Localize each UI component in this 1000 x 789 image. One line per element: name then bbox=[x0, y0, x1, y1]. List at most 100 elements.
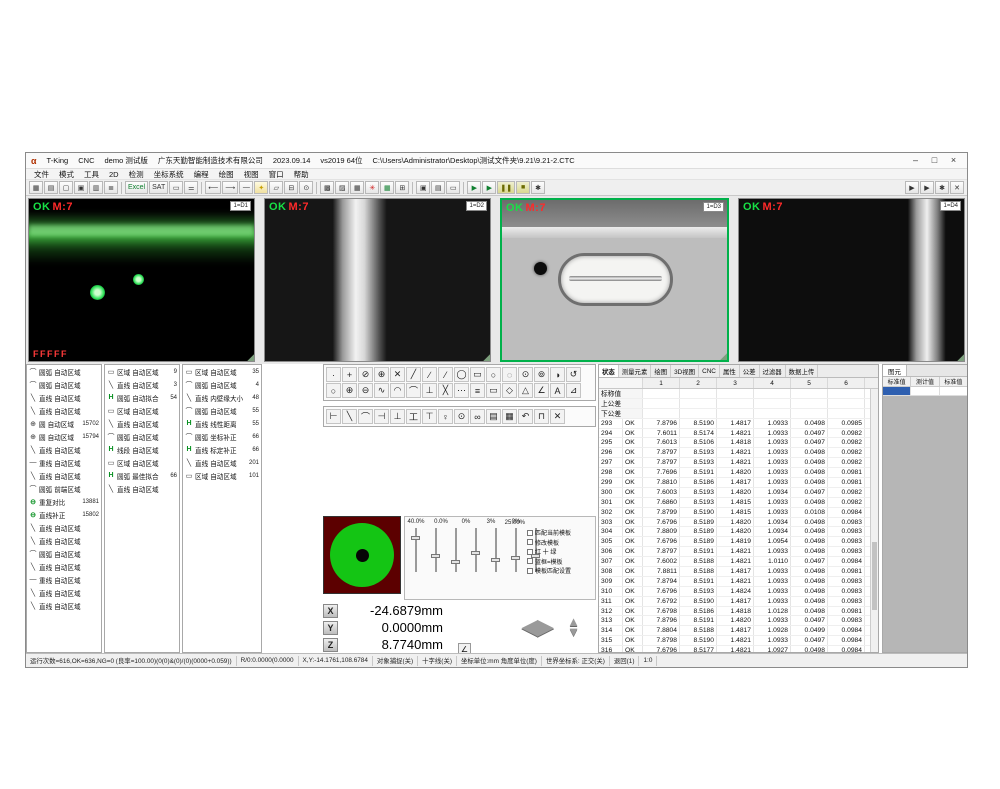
menu-item-7[interactable]: 绘图 bbox=[214, 169, 239, 180]
jog-up-down-icon[interactable]: ▲▼ bbox=[567, 617, 580, 637]
menu-item-8[interactable]: 视图 bbox=[239, 169, 264, 180]
geometry-tool-0-27[interactable]: ◇ bbox=[502, 383, 517, 398]
geometry-tool-0-18[interactable]: ⊖ bbox=[358, 383, 373, 398]
result-row-315[interactable]: 315OK7.87988.51901.48211.09330.04970.098… bbox=[599, 636, 870, 646]
result-row-310[interactable]: 310OK7.67968.51931.48241.09330.04980.098… bbox=[599, 587, 870, 597]
feature-row-0[interactable]: ⌒圆弧自动区域 bbox=[27, 365, 101, 378]
feature-row-6[interactable]: ╲直线自动区域 bbox=[27, 443, 101, 456]
feature-row-3[interactable]: ⌒圆弧自动区域55 bbox=[183, 404, 261, 417]
resize-grip-icon[interactable]: ◢ bbox=[247, 353, 254, 362]
geometry-tool-1-10[interactable]: ▤ bbox=[486, 409, 501, 424]
feature-row-3[interactable]: ▭区域自动区域 bbox=[105, 404, 179, 417]
checkbox-icon[interactable] bbox=[527, 558, 533, 564]
camera-view-3[interactable]: OKM:7 1=D3 ◢ bbox=[500, 198, 729, 362]
result-row-299[interactable]: 299OK7.88108.51861.48171.09330.04980.098… bbox=[599, 478, 870, 488]
feature-row-0[interactable]: ▭区域自动区域9 bbox=[105, 365, 179, 378]
results-tab-5[interactable]: 属性 bbox=[720, 365, 740, 377]
result-row-306[interactable]: 306OK7.87978.51911.48211.09330.04980.098… bbox=[599, 547, 870, 557]
geometry-tool-1-0[interactable]: ⊢ bbox=[326, 409, 341, 424]
list-view-icon[interactable]: ≣ bbox=[104, 181, 118, 194]
geometry-tool-0-29[interactable]: ∠ bbox=[534, 383, 549, 398]
feature-row-5[interactable]: ⊕圆自动区域15794 bbox=[27, 430, 101, 443]
geometry-tool-1-1[interactable]: ╲ bbox=[342, 409, 357, 424]
light-slider-4[interactable] bbox=[491, 528, 500, 572]
new-file-icon[interactable]: ▢ bbox=[59, 181, 73, 194]
tools-icon[interactable]: ✱ bbox=[935, 181, 949, 194]
result-row-313[interactable]: 313OK7.87968.51911.48201.09330.04970.098… bbox=[599, 616, 870, 626]
feature-row-18[interactable]: ╲直线自动区域 bbox=[27, 599, 101, 612]
zoom-icon[interactable]: ⊙ bbox=[299, 181, 313, 194]
result-row-308[interactable]: 308OK7.88118.51881.48171.09330.04980.098… bbox=[599, 567, 870, 577]
calibration-grid-icon[interactable]: ▦ bbox=[350, 181, 364, 194]
feature-row-7[interactable]: —重线自动区域 bbox=[27, 456, 101, 469]
checkbox-icon[interactable] bbox=[527, 568, 533, 574]
menu-item-9[interactable]: 窗口 bbox=[264, 169, 289, 180]
pattern-alt-icon[interactable]: ▨ bbox=[335, 181, 349, 194]
element-cell[interactable] bbox=[911, 387, 939, 395]
pause-button[interactable]: ❚❚ bbox=[497, 181, 515, 194]
feature-row-2[interactable]: ╲直线内壁缘大小48 bbox=[183, 391, 261, 404]
resize-grip-icon[interactable]: ◢ bbox=[483, 353, 490, 362]
slider-handle[interactable] bbox=[451, 560, 460, 564]
geometry-tool-0-26[interactable]: ▭ bbox=[486, 383, 501, 398]
add-grid-icon[interactable]: ⊞ bbox=[395, 181, 409, 194]
result-row-296[interactable]: 296OK7.87978.51931.48211.09330.04980.098… bbox=[599, 448, 870, 458]
results-tab-7[interactable]: 过滤器 bbox=[760, 365, 786, 377]
minimize-button[interactable]: – bbox=[907, 154, 924, 167]
light-option-4[interactable]: 模板匹配设置 bbox=[527, 566, 593, 576]
geometry-tool-1-14[interactable]: ✕ bbox=[550, 409, 565, 424]
feature-row-1[interactable]: ⌒圆弧自动区域 bbox=[27, 378, 101, 391]
report-icon[interactable]: ▤ bbox=[44, 181, 58, 194]
results-tab-6[interactable]: 公差 bbox=[740, 365, 760, 377]
checkbox-icon[interactable] bbox=[527, 539, 533, 545]
document-icon[interactable]: ▭ bbox=[446, 181, 460, 194]
light-slider-2[interactable] bbox=[451, 528, 460, 572]
run-button[interactable]: ▶ bbox=[467, 181, 481, 194]
light-slider-0[interactable] bbox=[411, 528, 420, 572]
geometry-tool-1-4[interactable]: ⊥ bbox=[390, 409, 405, 424]
angle-mode-button[interactable]: ∠ bbox=[458, 643, 471, 653]
results-tab-2[interactable]: 绘图 bbox=[651, 365, 671, 377]
menu-item-10[interactable]: 帮助 bbox=[289, 169, 314, 180]
stage-icon[interactable]: ⊟ bbox=[284, 181, 298, 194]
element-tab[interactable]: 图元 bbox=[883, 365, 907, 376]
result-row-297[interactable]: 297OK7.87978.51931.48211.09330.04980.098… bbox=[599, 458, 870, 468]
feature-row-12[interactable]: ╲直线自动区域 bbox=[27, 521, 101, 534]
axis-x-chip[interactable]: X bbox=[323, 604, 338, 618]
geometry-tool-1-6[interactable]: ⊤ bbox=[422, 409, 437, 424]
light-option-0[interactable]: 匹配当前模板 bbox=[527, 528, 593, 538]
line-tool-icon[interactable]: — bbox=[239, 181, 253, 194]
menu-item-3[interactable]: 2D bbox=[104, 170, 124, 179]
feature-row-4[interactable]: ╲直线自动区域 bbox=[105, 417, 179, 430]
geometry-tool-0-17[interactable]: ⊕ bbox=[342, 383, 357, 398]
run-settings-icon[interactable]: ✱ bbox=[531, 181, 545, 194]
menu-item-1[interactable]: 模式 bbox=[54, 169, 79, 180]
result-row-300[interactable]: 300OK7.60038.51931.48201.09340.04970.098… bbox=[599, 488, 870, 498]
feature-row-7[interactable]: ╲直线自动区域201 bbox=[183, 456, 261, 469]
geometry-tool-0-11[interactable]: ◌ bbox=[502, 367, 517, 382]
feature-row-1[interactable]: ⌒圆弧自动区域4 bbox=[183, 378, 261, 391]
light-slider-3[interactable] bbox=[471, 528, 480, 572]
feature-row-3[interactable]: ╲直线自动区域 bbox=[27, 404, 101, 417]
geometry-tool-1-5[interactable]: 工 bbox=[406, 409, 421, 424]
geometry-tool-1-13[interactable]: ⊓ bbox=[534, 409, 549, 424]
geometry-tool-0-25[interactable]: ≡ bbox=[470, 383, 485, 398]
geometry-tool-1-7[interactable]: ♀ bbox=[438, 409, 453, 424]
maximize-button[interactable]: □ bbox=[926, 154, 943, 167]
light-option-3[interactable]: 蓝框=模板 bbox=[527, 557, 593, 567]
resize-grip-icon[interactable]: ◢ bbox=[720, 352, 727, 361]
result-row-294[interactable]: 294OK7.60118.51741.48211.09330.04970.098… bbox=[599, 429, 870, 439]
print-icon[interactable]: ▤ bbox=[431, 181, 445, 194]
feature-row-15[interactable]: ╲直线自动区域 bbox=[27, 560, 101, 573]
result-row-307[interactable]: 307OK7.60028.51881.48211.01100.04970.098… bbox=[599, 557, 870, 567]
axis-y-chip[interactable]: Y bbox=[323, 621, 338, 635]
feature-row-11[interactable]: ⊖直线补正15802 bbox=[27, 508, 101, 521]
result-row-293[interactable]: 293OK7.87968.51901.48171.09330.04980.098… bbox=[599, 419, 870, 429]
result-row-314[interactable]: 314OK7.88048.51881.48171.09280.04990.098… bbox=[599, 626, 870, 636]
geometry-tool-0-14[interactable]: ◑ bbox=[550, 367, 565, 382]
table-view-icon[interactable]: ▥ bbox=[89, 181, 103, 194]
target-icon[interactable]: ✳ bbox=[365, 181, 379, 194]
geometry-tool-0-19[interactable]: ∿ bbox=[374, 383, 389, 398]
result-row-302[interactable]: 302OK7.87998.51901.48151.09330.01080.098… bbox=[599, 508, 870, 518]
geometry-tool-0-12[interactable]: ⊙ bbox=[518, 367, 533, 382]
